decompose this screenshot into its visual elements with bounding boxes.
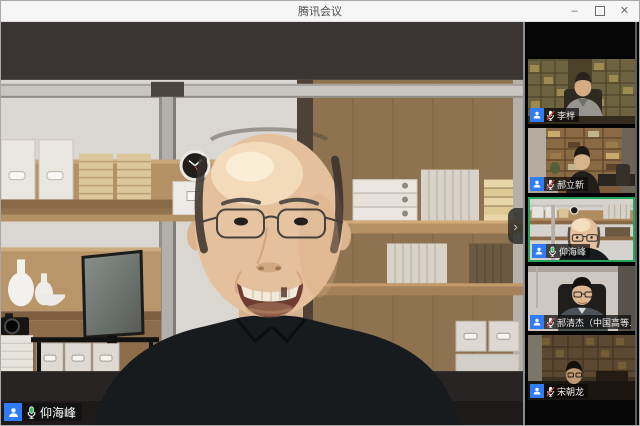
person-icon [532, 317, 542, 327]
person-icon [532, 179, 542, 189]
thumbnail-name-label: 郝清杰（中国高等... [530, 315, 631, 329]
participant-thumbnail-5[interactable]: 宋朝龙 [528, 335, 635, 400]
thumbnail-name-label: 郝立新 [530, 177, 588, 191]
participant-thumbnail-1[interactable]: 李柈 [528, 59, 635, 124]
mic-on-icon [26, 406, 37, 419]
participant-name: 郝立新 [557, 178, 584, 191]
participant-icon [530, 177, 544, 191]
thumbnail-name-label: 仰海峰 [532, 244, 590, 258]
close-icon: ✕ [620, 6, 629, 17]
person-icon [532, 386, 542, 396]
thumbnail-name-label: 李柈 [530, 108, 579, 122]
main-video-scene [1, 22, 523, 426]
participant-name: 李柈 [557, 109, 575, 122]
mic-muted-icon [546, 317, 555, 328]
sidebar-scrollbar[interactable] [635, 22, 637, 426]
participant-name: 仰海峰 [559, 245, 586, 258]
maximize-button[interactable] [587, 1, 612, 21]
thumbnail-list: 李柈 [528, 59, 635, 404]
thumbnail-name-label: 宋朝龙 [530, 384, 588, 398]
chevron-right-icon: › [513, 219, 517, 234]
maximize-icon [595, 6, 605, 16]
participant-icon [530, 315, 544, 329]
mic-muted-icon [546, 110, 555, 121]
participant-name: 郝清杰（中国高等... [557, 316, 631, 329]
meeting-content: 仰海峰 › [1, 22, 639, 426]
participants-sidebar[interactable]: 李柈 [525, 22, 639, 426]
participant-icon [532, 244, 546, 258]
title-bar[interactable]: 腾讯会议 – ✕ [1, 1, 639, 22]
minimize-button[interactable]: – [562, 1, 587, 21]
person-icon [532, 110, 542, 120]
person-icon [7, 406, 20, 419]
participant-icon [4, 403, 22, 421]
mic-on-icon [548, 246, 557, 257]
participant-icon [530, 384, 544, 398]
mic-muted-icon [546, 179, 555, 190]
collapse-sidebar-tab[interactable]: › [508, 208, 523, 244]
window-title: 腾讯会议 [298, 3, 342, 19]
main-video-name-label: 仰海峰 [4, 403, 82, 421]
minimize-icon: – [571, 6, 577, 17]
main-participant-name: 仰海峰 [40, 404, 76, 421]
participant-thumbnail-4[interactable]: 郝清杰（中国高等... [528, 266, 635, 331]
tencent-meeting-window: 腾讯会议 – ✕ [0, 0, 640, 426]
person-icon [534, 246, 544, 256]
participant-thumbnail-3-active-speaker[interactable]: 仰海峰 [528, 197, 635, 262]
mic-muted-icon [546, 386, 555, 397]
participant-thumbnail-2[interactable]: 郝立新 [528, 128, 635, 193]
window-controls: – ✕ [562, 1, 637, 21]
participant-icon [530, 108, 544, 122]
participant-name: 宋朝龙 [557, 385, 584, 398]
close-button[interactable]: ✕ [612, 1, 637, 21]
main-video-feed[interactable]: 仰海峰 › [1, 22, 525, 426]
